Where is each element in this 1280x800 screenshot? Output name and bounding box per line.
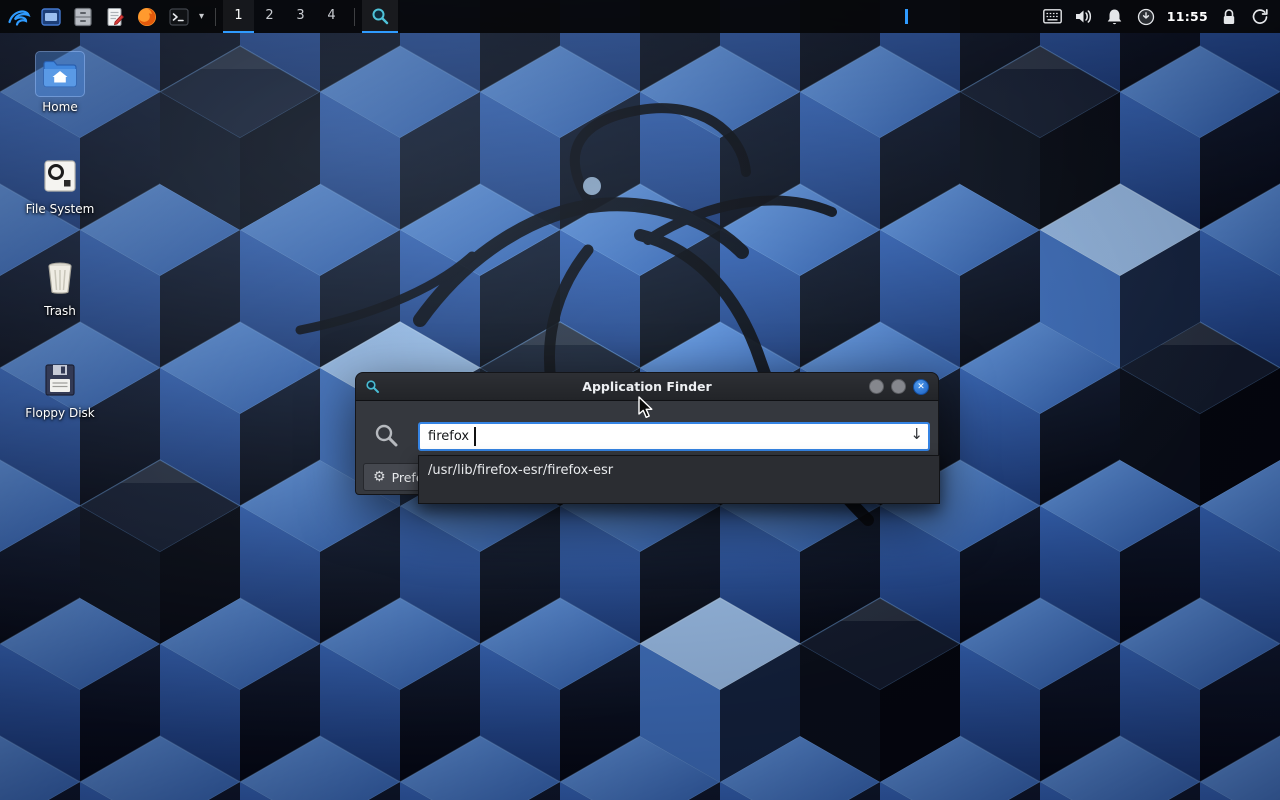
firefox-launcher[interactable] <box>132 2 162 31</box>
text-caret <box>474 427 476 446</box>
logout-button[interactable] <box>1250 7 1270 27</box>
speaker-icon <box>1074 8 1093 25</box>
lock-icon <box>1221 8 1237 26</box>
trash-bin-icon <box>40 258 80 298</box>
file-system-icon-box <box>36 154 84 198</box>
home-folder-icon <box>40 54 80 94</box>
panel-separator <box>215 8 216 26</box>
desktop-icon-file-system[interactable]: File System <box>14 154 106 216</box>
desktop-icon-label: Trash <box>44 304 76 318</box>
search-field-wrap: ↓ <box>418 422 930 451</box>
updates-tray-button[interactable] <box>1136 7 1156 27</box>
desktop-icon-label: Floppy Disk <box>25 406 95 420</box>
text-editor-launcher[interactable] <box>100 2 130 31</box>
applications-menu-button[interactable] <box>4 2 34 31</box>
notifications-tray-button[interactable] <box>1105 7 1125 27</box>
kali-logo-icon <box>7 5 31 29</box>
completion-popup: /usr/lib/firefox-esr/firefox-esr <box>418 455 940 504</box>
desktop-icon-floppy-disk[interactable]: Floppy Disk <box>14 358 106 420</box>
update-circle-icon <box>1137 8 1155 26</box>
keyboard-icon <box>1043 9 1062 24</box>
window-controls: ✕ <box>869 379 929 395</box>
display-settings-tray-button[interactable] <box>1043 7 1063 27</box>
terminal-dropdown-chevron[interactable]: ▾ <box>195 2 208 31</box>
minimize-button[interactable] <box>869 379 884 394</box>
file-manager-icon <box>40 6 62 28</box>
firefox-icon <box>136 6 158 28</box>
logout-circular-arrow-icon <box>1251 8 1269 26</box>
text-editor-icon <box>104 6 126 28</box>
desktop-icon-list: Home File System Trash <box>14 52 106 420</box>
file-cabinet-icon <box>72 6 94 28</box>
taskbar-application-finder-button[interactable] <box>362 0 398 33</box>
desktop-icon-label: File System <box>26 202 95 216</box>
search-icon <box>373 422 399 448</box>
panel-separator <box>354 8 355 26</box>
file-manager-launcher[interactable] <box>36 2 66 31</box>
window-title: Application Finder <box>356 379 938 394</box>
workspace-button-1[interactable]: 1 <box>223 0 254 33</box>
chevron-down-icon: ▾ <box>199 11 204 22</box>
completion-item[interactable]: /usr/lib/firefox-esr/firefox-esr <box>419 456 939 485</box>
panel-left-group: ▾ 1 2 3 4 <box>0 0 398 33</box>
close-icon: ✕ <box>917 382 925 392</box>
window-titlebar[interactable]: Application Finder ✕ <box>355 372 939 401</box>
workspace-button-4[interactable]: 4 <box>316 0 347 33</box>
clock[interactable]: 11:55 <box>1167 9 1208 24</box>
terminal-icon <box>168 6 190 28</box>
trash-icon-box <box>36 256 84 300</box>
terminal-launcher[interactable] <box>164 2 194 31</box>
desktop-icon-label: Home <box>42 100 77 114</box>
close-button[interactable]: ✕ <box>913 379 929 395</box>
search-input[interactable] <box>418 422 930 451</box>
floppy-disk-icon <box>40 360 80 400</box>
workspace-switcher: 1 2 3 4 <box>223 0 347 33</box>
application-finder-window: Application Finder ✕ ↓ ⚙ Preferences /us… <box>355 372 939 495</box>
floppy-icon-box <box>36 358 84 402</box>
top-panel: ▾ 1 2 3 4 <box>0 0 1280 33</box>
search-glyph-box <box>373 422 399 448</box>
desktop-icon-home[interactable]: Home <box>14 52 106 114</box>
file-cabinet-launcher[interactable] <box>68 2 98 31</box>
system-tray: 11:55 <box>1043 0 1280 33</box>
volume-tray-button[interactable] <box>1074 7 1094 27</box>
home-icon-box <box>36 52 84 96</box>
desktop-icon-trash[interactable]: Trash <box>14 256 106 318</box>
bell-icon <box>1106 8 1123 26</box>
window-body: ↓ ⚙ Preferences /usr/lib/firefox-esr/fir… <box>355 401 939 495</box>
workspace-button-2[interactable]: 2 <box>254 0 285 33</box>
lock-screen-button[interactable] <box>1219 7 1239 27</box>
panel-handle[interactable] <box>905 9 908 24</box>
workspace-button-3[interactable]: 3 <box>285 0 316 33</box>
maximize-button[interactable] <box>891 379 906 394</box>
file-system-drive-icon <box>40 156 80 196</box>
application-finder-task-icon <box>370 6 390 26</box>
gear-icon: ⚙ <box>373 469 386 485</box>
